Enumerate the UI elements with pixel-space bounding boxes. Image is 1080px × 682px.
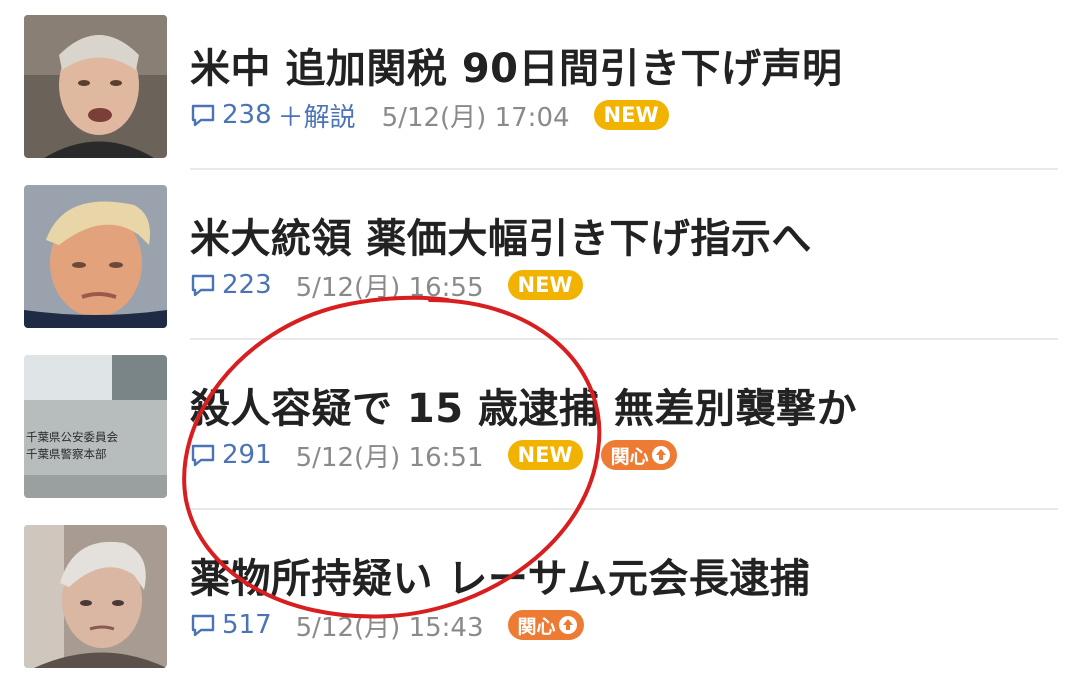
news-item[interactable]: 米中 追加関税 90日間引き下げ声明 238 ＋解説 5/12(月) 17:04…: [0, 0, 1080, 170]
comment-icon: [190, 442, 216, 468]
comment-icon: [190, 272, 216, 298]
news-meta: 223 5/12(月) 16:55 NEW: [190, 265, 601, 305]
news-datetime: 5/12(月) 15:43: [295, 612, 484, 643]
thumbnail-sign-text: 千葉県警察本部: [26, 447, 107, 461]
news-thumbnail[interactable]: [24, 525, 167, 668]
news-headline[interactable]: 米大統領 薬価大幅引き下げ指示へ: [190, 206, 812, 264]
news-datetime: 5/12(月) 16:51: [295, 442, 484, 473]
new-badge: NEW: [507, 440, 583, 470]
news-item[interactable]: 薬物所持疑い レーサム元会長逮捕 517 5/12(月) 15:43 関心: [0, 510, 1080, 680]
news-thumbnail[interactable]: [24, 185, 167, 328]
news-headline[interactable]: 殺人容疑で 15 歳逮捕 無差別襲撃か: [190, 376, 857, 434]
news-list: 米中 追加関税 90日間引き下げ声明 238 ＋解説 5/12(月) 17:04…: [0, 0, 1080, 682]
comment-count[interactable]: 223: [222, 270, 272, 300]
news-headline[interactable]: 薬物所持疑い レーサム元会長逮捕: [190, 546, 810, 604]
arrow-up-icon: [651, 445, 671, 465]
comment-count[interactable]: 238: [222, 100, 272, 130]
news-thumbnail[interactable]: [24, 15, 167, 158]
news-meta: 517 5/12(月) 15:43 関心: [190, 605, 584, 645]
comment-icon: [190, 102, 216, 128]
interest-badge: 関心: [600, 440, 677, 470]
news-meta: 291 5/12(月) 16:51 NEW 関心: [190, 435, 677, 475]
comment-count[interactable]: 517: [222, 610, 272, 640]
news-datetime: 5/12(月) 16:55: [295, 272, 484, 303]
news-headline[interactable]: 米中 追加関税 90日間引き下げ声明: [190, 36, 843, 94]
news-meta: 238 ＋解説 5/12(月) 17:04 NEW: [190, 95, 687, 135]
news-thumbnail[interactable]: 千葉県公安委員会 千葉県警察本部: [24, 355, 167, 498]
new-badge: NEW: [593, 100, 669, 130]
news-item[interactable]: 米大統領 薬価大幅引き下げ指示へ 223 5/12(月) 16:55 NEW: [0, 170, 1080, 340]
new-badge: NEW: [507, 270, 583, 300]
comment-icon: [190, 612, 216, 638]
comment-count[interactable]: 291: [222, 440, 272, 470]
interest-badge: 関心: [507, 610, 584, 640]
thumbnail-sign-text: 千葉県公安委員会: [26, 430, 118, 444]
interest-badge-label: 関心: [517, 615, 556, 638]
arrow-up-icon: [558, 615, 578, 635]
news-datetime: 5/12(月) 17:04: [381, 102, 570, 133]
news-item[interactable]: 千葉県公安委員会 千葉県警察本部 殺人容疑で 15 歳逮捕 無差別襲撃か 291…: [0, 340, 1080, 510]
commentary-link[interactable]: ＋解説: [278, 97, 356, 134]
interest-badge-label: 関心: [610, 445, 649, 468]
